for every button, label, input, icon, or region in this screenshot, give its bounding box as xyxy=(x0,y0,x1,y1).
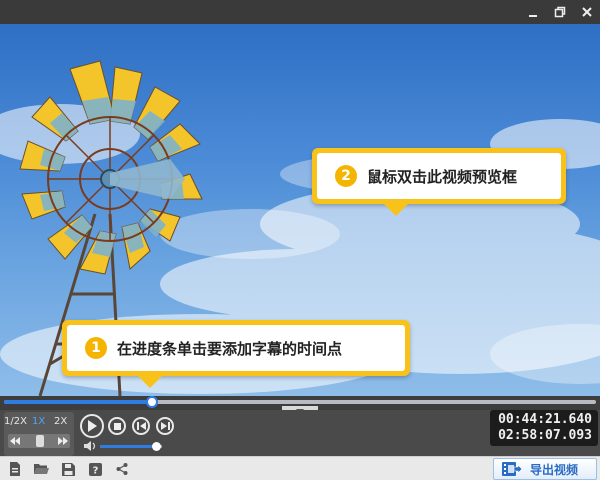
svg-text:?: ? xyxy=(92,465,98,476)
step-number-badge: 1 xyxy=(85,337,107,359)
film-export-icon xyxy=(502,462,522,476)
total-time: 02:58:07.093 xyxy=(498,428,592,443)
close-icon xyxy=(582,7,592,17)
callout-text: 鼠标双击此视频预览框 xyxy=(367,167,518,186)
new-file-icon xyxy=(10,462,20,476)
speed-option-normal[interactable]: 1X xyxy=(32,416,45,427)
callout-pointer xyxy=(384,204,408,216)
play-icon xyxy=(88,420,97,432)
play-button[interactable] xyxy=(80,414,104,438)
close-button[interactable] xyxy=(576,0,598,24)
help-icon: ? xyxy=(88,462,102,476)
prev-frame-button[interactable] xyxy=(132,417,150,435)
volume-slider[interactable] xyxy=(100,442,162,451)
save-icon xyxy=(61,462,75,476)
stop-icon xyxy=(113,422,121,430)
save-button[interactable] xyxy=(59,460,77,478)
share-button[interactable] xyxy=(113,460,131,478)
help-button[interactable]: ? xyxy=(86,460,104,478)
volume-fill xyxy=(100,445,156,448)
new-file-button[interactable] xyxy=(6,460,24,478)
video-editor-window: 2 鼠标双击此视频预览框 1 在进度条单击要添加字幕的时间点 1/2X 1X 2… xyxy=(0,0,600,480)
prev-frame-icon xyxy=(136,422,146,430)
progress-click-callout: 1 在进度条单击要添加字幕的时间点 xyxy=(62,320,410,388)
current-time: 00:44:21.640 xyxy=(498,412,592,427)
speed-option-half[interactable]: 1/2X xyxy=(4,416,27,427)
playback-controls: 1/2X 1X 2X 00:44:21.640 02:58:07.093 xyxy=(0,410,600,456)
next-frame-icon xyxy=(160,422,170,430)
callout-pointer xyxy=(138,376,162,388)
speed-slider[interactable] xyxy=(8,434,70,448)
restore-button[interactable] xyxy=(549,0,571,24)
next-frame-button[interactable] xyxy=(156,417,174,435)
speed-selector: 1/2X 1X 2X xyxy=(4,412,74,456)
bottom-toolbar: ? 导出视频 xyxy=(0,456,600,480)
step-number-badge: 2 xyxy=(335,165,357,187)
open-folder-icon xyxy=(33,464,49,474)
export-video-button[interactable]: 导出视频 xyxy=(493,458,597,480)
share-icon xyxy=(116,463,128,475)
progress-track[interactable] xyxy=(4,396,596,408)
speed-knob[interactable] xyxy=(36,435,44,447)
volume-icon[interactable] xyxy=(84,441,96,451)
export-label: 导出视频 xyxy=(530,462,579,477)
double-click-callout: 2 鼠标双击此视频预览框 xyxy=(312,148,566,216)
progress-fill xyxy=(4,400,152,404)
rewind-icon xyxy=(10,437,20,445)
minimize-icon xyxy=(529,15,537,17)
video-preview[interactable]: 2 鼠标双击此视频预览框 1 在进度条单击要添加字幕的时间点 xyxy=(0,24,600,396)
callout-text: 在进度条单击要添加字幕的时间点 xyxy=(117,339,343,358)
stop-button[interactable] xyxy=(108,417,126,435)
title-bar xyxy=(0,0,600,24)
speed-option-double[interactable]: 2X xyxy=(54,416,67,427)
restore-icon xyxy=(554,6,566,18)
minimize-button[interactable] xyxy=(522,0,544,24)
volume-thumb[interactable] xyxy=(151,442,161,451)
time-display: 00:44:21.640 02:58:07.093 xyxy=(490,410,598,446)
open-folder-button[interactable] xyxy=(32,460,50,478)
progress-thumb[interactable] xyxy=(146,396,158,408)
fast-forward-icon xyxy=(58,437,68,445)
